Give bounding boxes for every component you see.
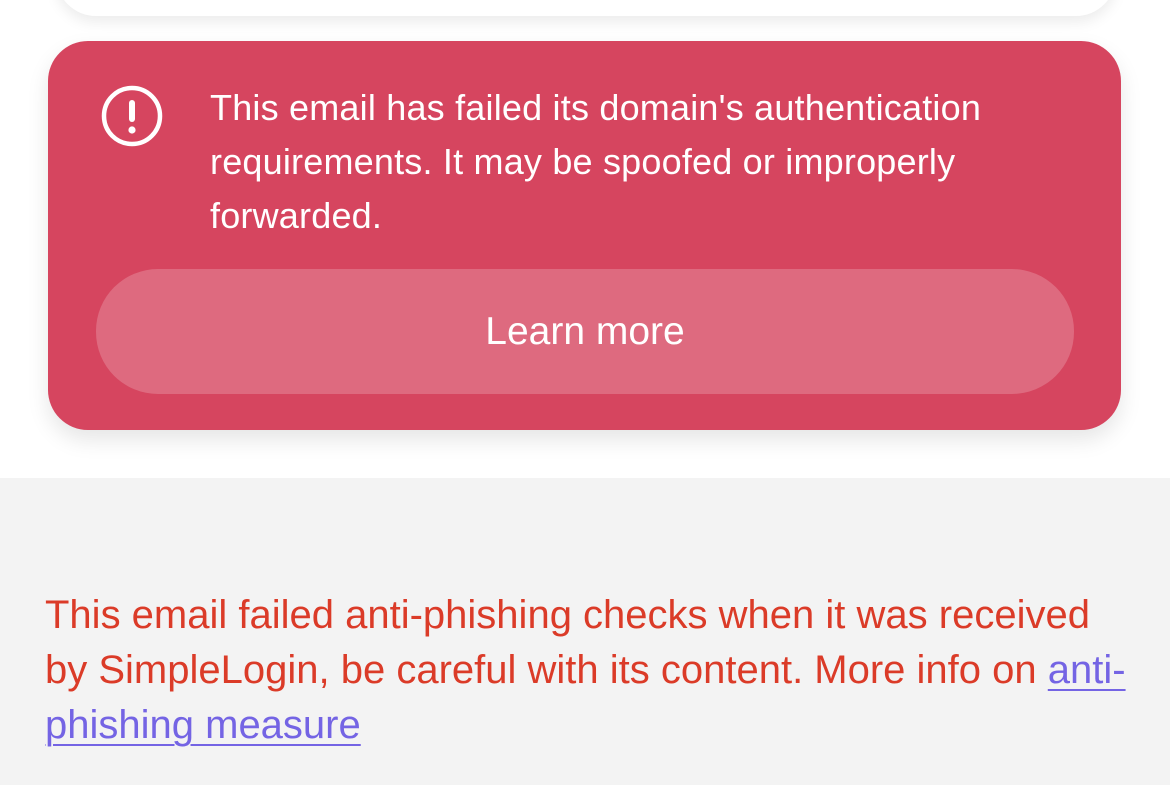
exclamation-circle-icon xyxy=(100,84,164,148)
phishing-warning-message: This email failed anti-phishing checks w… xyxy=(45,593,1090,692)
phishing-warning-text: This email failed anti-phishing checks w… xyxy=(45,588,1135,753)
email-content-area: This email has failed its domain's authe… xyxy=(0,0,1170,478)
alert-message: This email has failed its domain's authe… xyxy=(210,87,982,236)
authentication-failure-banner: This email has failed its domain's authe… xyxy=(48,41,1121,430)
previous-card xyxy=(56,0,1116,16)
phishing-notice-area: This email failed anti-phishing checks w… xyxy=(0,478,1170,785)
learn-more-button[interactable]: Learn more xyxy=(96,269,1074,394)
